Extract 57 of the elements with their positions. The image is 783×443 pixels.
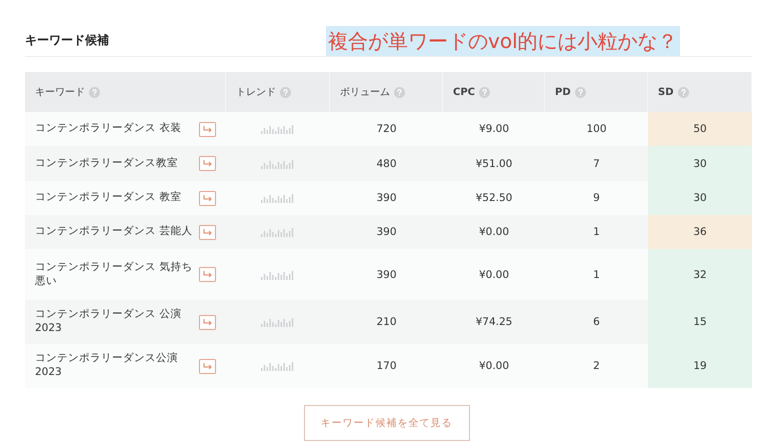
column-header: トレンド — [236, 86, 276, 99]
sd-cell: 50 — [648, 112, 752, 146]
view-all-button[interactable]: キーワード候補を全て見る — [304, 405, 470, 441]
volume-cell: 390 — [376, 226, 397, 238]
keyword-cell-text: コンテンポラリーダンス教室 — [35, 156, 179, 170]
sd-cell: 30 — [648, 181, 752, 215]
annotation-note: 複合が単ワードのvol的には小粒かな？ — [326, 26, 680, 56]
pd-cell: 6 — [593, 316, 600, 328]
cpc-cell: ¥0.00 — [478, 226, 510, 238]
cpc-cell: ¥51.00 — [476, 158, 512, 170]
sd-cell: 30 — [648, 146, 752, 181]
pd-cell: 7 — [593, 158, 600, 170]
trend-sparkline — [261, 270, 295, 280]
column-header: PD — [555, 86, 571, 98]
volume-cell: 390 — [376, 268, 397, 280]
sd-cell: 19 — [648, 344, 752, 388]
column-header: キーワード — [35, 86, 85, 99]
keyword-cell-text: コンテンポラリーダンス 気持ち悪い — [35, 260, 194, 288]
pd-cell: 9 — [593, 192, 600, 204]
trend-sparkline — [261, 124, 295, 134]
pd-cell: 2 — [593, 360, 600, 372]
volume-cell: 480 — [376, 158, 397, 170]
keyword-cell-text: コンテンポラリーダンス 衣装 — [35, 122, 182, 136]
keyword-cell-text: コンテンポラリーダンス 芸能人 — [35, 225, 194, 239]
volume-cell: 720 — [376, 123, 397, 135]
volume-cell: 170 — [376, 360, 397, 372]
pd-cell: 1 — [593, 268, 600, 280]
trend-sparkline — [261, 361, 295, 371]
trend-sparkline — [261, 317, 295, 327]
section-title: キーワード候補 — [25, 32, 110, 49]
help-icon[interactable] — [479, 86, 490, 98]
volume-cell: 210 — [376, 316, 397, 328]
keyword-cell-text: コンテンポラリーダンス公演2023 — [35, 352, 179, 380]
cpc-cell: ¥0.00 — [478, 268, 510, 280]
keyword-cell-text: コンテンポラリーダンス 教室 — [35, 191, 182, 205]
trend-sparkline — [261, 227, 295, 237]
cpc-cell: ¥52.50 — [476, 192, 512, 204]
column-header: ボリューム — [340, 86, 390, 99]
column-header: SD — [658, 86, 674, 98]
help-icon[interactable] — [394, 86, 405, 98]
sd-cell: 15 — [648, 300, 752, 344]
cpc-cell: ¥9.00 — [478, 123, 510, 135]
help-icon[interactable] — [574, 86, 586, 98]
column-header: CPC — [453, 86, 476, 98]
help-icon[interactable] — [280, 86, 291, 98]
help-icon[interactable] — [89, 86, 100, 98]
pd-cell: 1 — [593, 226, 600, 238]
sd-cell: 36 — [648, 215, 752, 249]
keyword-cell-text: コンテンポラリーダンス 公演2023 — [35, 308, 182, 336]
sd-cell: 32 — [648, 249, 752, 300]
help-icon[interactable] — [678, 86, 689, 98]
trend-sparkline — [261, 158, 295, 168]
trend-sparkline — [261, 193, 295, 203]
cpc-cell: ¥74.25 — [476, 316, 512, 328]
cpc-cell: ¥0.00 — [478, 360, 510, 372]
volume-cell: 390 — [376, 192, 397, 204]
pd-cell: 100 — [586, 123, 607, 135]
